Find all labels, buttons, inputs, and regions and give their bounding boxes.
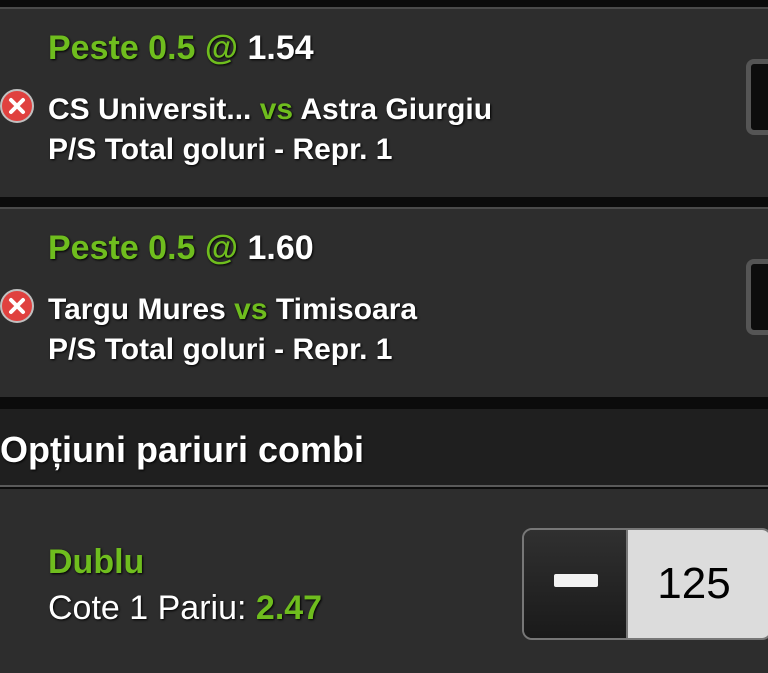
bet-checkbox[interactable] <box>746 259 768 335</box>
bet-pick: Peste 0.5 @ 1.60 <box>48 229 314 268</box>
bet-card: Peste 0.5 @ 1.60 Targu Mures vs Timisoar… <box>0 207 768 397</box>
bet-match: CS Universit... vs Astra Giurgiu <box>48 93 492 127</box>
remove-bet-icon[interactable] <box>0 289 34 323</box>
bet-at-sign: @ <box>204 29 239 67</box>
vs-label: vs <box>234 293 268 326</box>
bet-selection: Peste 0.5 <box>48 29 196 67</box>
away-team: Astra Giurgiu <box>300 93 493 126</box>
combi-type-label: Dublu <box>48 543 145 581</box>
bet-card: Peste 0.5 @ 1.54 CS Universit... vs Astr… <box>0 7 768 197</box>
remove-bet-icon[interactable] <box>0 89 34 123</box>
vs-label: vs <box>259 93 294 126</box>
minus-icon <box>554 574 598 587</box>
stake-stepper: 125 <box>522 528 768 640</box>
combi-odds-value: 2.47 <box>255 589 323 627</box>
combi-options-header: Opțiuni pariuri combi <box>0 409 768 487</box>
combi-odds: Cote 1 Pariu: 2.47 <box>48 589 322 628</box>
home-team: CS Universit... <box>48 93 252 126</box>
bet-odds: 1.60 <box>247 229 314 267</box>
close-x-icon <box>9 298 25 314</box>
bet-market: P/S Total goluri - Repr. 1 <box>48 333 393 366</box>
home-team: Targu Mures <box>48 293 226 326</box>
combi-odds-label: Cote 1 Pariu: <box>48 589 247 627</box>
bet-odds: 1.54 <box>247 29 314 67</box>
close-x-icon <box>9 98 25 114</box>
bet-pick: Peste 0.5 @ 1.54 <box>48 29 314 68</box>
bet-selection: Peste 0.5 <box>48 229 196 267</box>
away-team: Timisoara <box>275 293 418 326</box>
bet-checkbox[interactable] <box>746 59 768 135</box>
bet-at-sign: @ <box>204 229 239 267</box>
stake-input[interactable]: 125 <box>628 530 768 638</box>
combi-options-title: Opțiuni pariuri combi <box>0 429 365 470</box>
bet-match: Targu Mures vs Timisoara <box>48 293 417 327</box>
decrease-stake-button[interactable] <box>524 530 628 638</box>
bet-market: P/S Total goluri - Repr. 1 <box>48 133 393 166</box>
